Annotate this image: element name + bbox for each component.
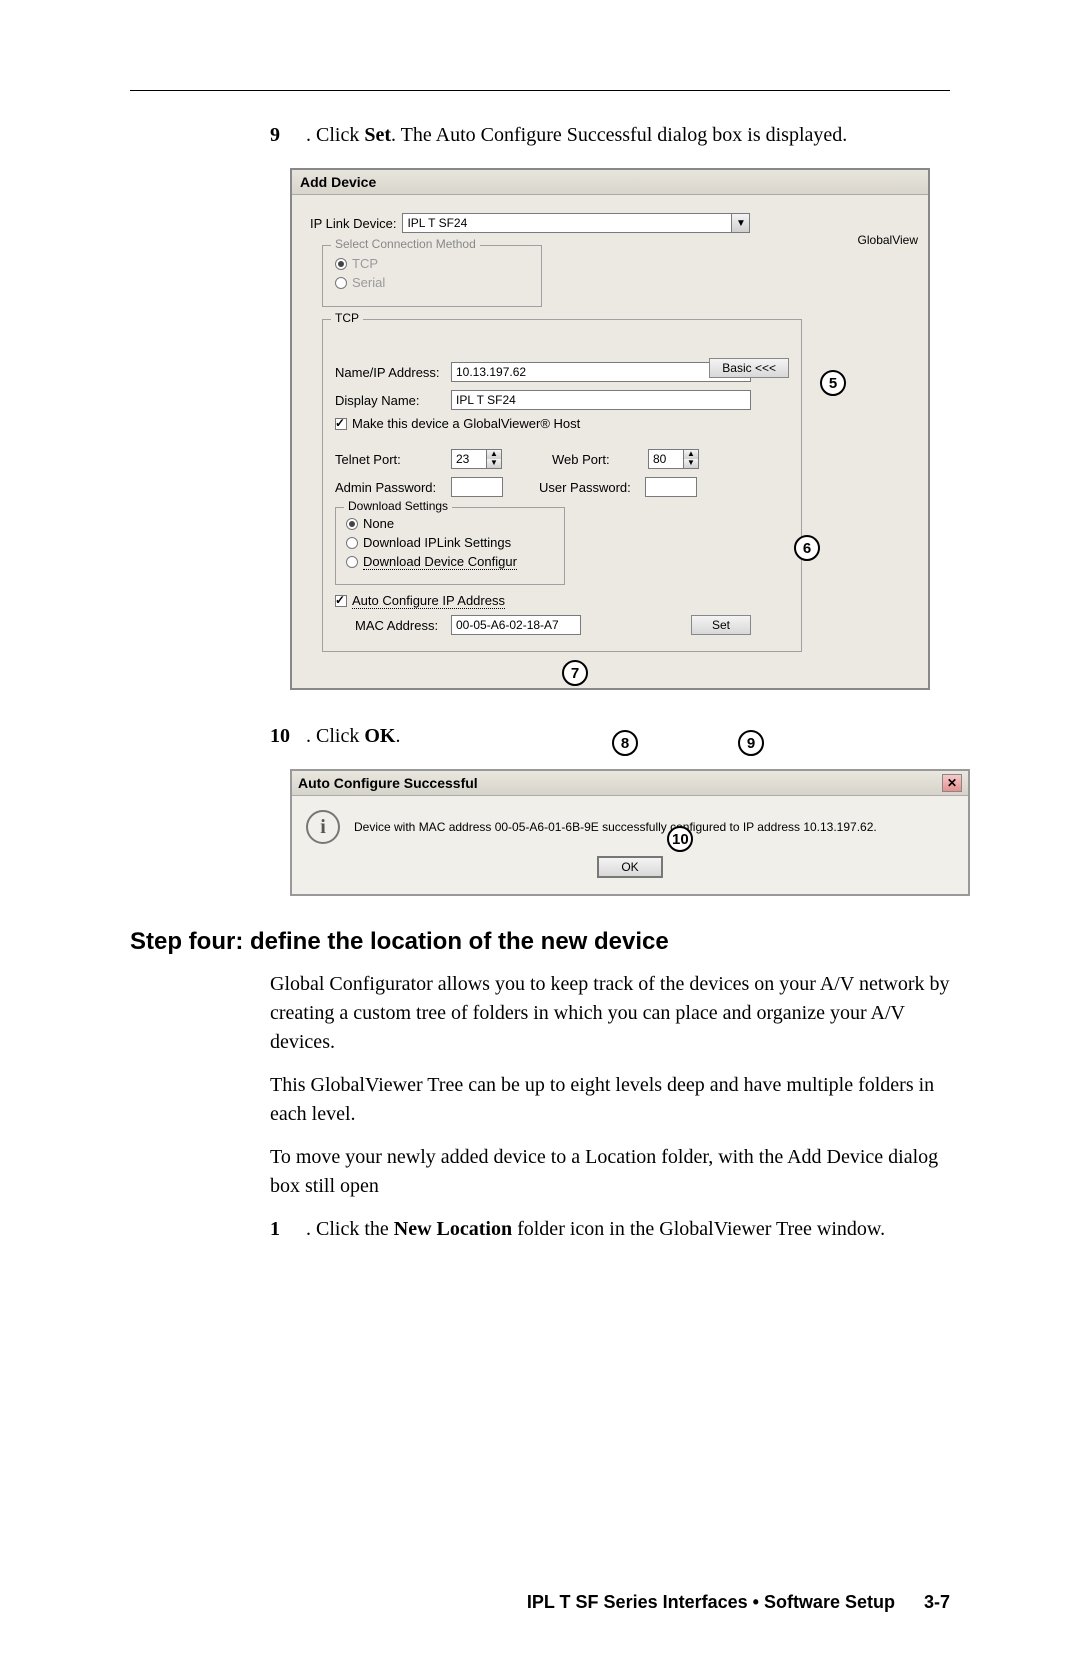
callout-9: 9	[738, 730, 764, 756]
step-1b: 1. Click the New Location folder icon in…	[270, 1215, 950, 1244]
callout-8: 8	[612, 730, 638, 756]
web-port-label: Web Port:	[552, 452, 642, 467]
telnet-label: Telnet Port:	[335, 452, 445, 467]
step-1b-num: 1	[270, 1215, 306, 1244]
user-pw-input[interactable]	[645, 477, 697, 497]
display-name-input[interactable]: IPL T SF24	[451, 390, 751, 410]
gv-host-check-icon	[335, 418, 347, 430]
spin-down-icon[interactable]: ▼	[487, 459, 501, 468]
radio-serial-icon	[335, 277, 347, 289]
set-button[interactable]: Set	[691, 615, 751, 635]
add-device-title: Add Device	[292, 170, 928, 195]
basic-button[interactable]: Basic <<<	[709, 358, 789, 378]
step-four-heading: Step four: define the location of the ne…	[130, 928, 950, 956]
mac-label: MAC Address:	[355, 618, 445, 633]
callout-6: 6	[794, 535, 820, 561]
ip-link-row: IP Link Device: IPL T SF24 ▼	[310, 213, 918, 233]
ip-link-device-input[interactable]: IPL T SF24	[402, 213, 732, 233]
paragraph-3: To move your newly added device to a Loc…	[270, 1143, 950, 1201]
globalview-label: GlobalView	[858, 233, 918, 247]
callout-7: 7	[562, 660, 588, 686]
download-settings-legend: Download Settings	[344, 499, 452, 513]
step-9-num: 9	[270, 121, 306, 150]
admin-pw-input[interactable]	[451, 477, 503, 497]
add-device-dialog: Add Device IP Link Device: IPL T SF24 ▼ …	[290, 168, 930, 690]
spin-down-icon[interactable]: ▼	[684, 459, 698, 468]
auto-config-check-icon	[335, 595, 347, 607]
step-9: 9. Click Set. The Auto Configure Success…	[270, 121, 950, 150]
download-settings-fieldset: Download Settings None Download IPLink S…	[335, 507, 565, 585]
gv-host-check[interactable]: Make this device a GlobalViewer® Host	[335, 416, 789, 431]
auto-config-msg: Device with MAC address 00-05-A6-01-6B-9…	[354, 820, 877, 834]
auto-config-check[interactable]: Auto Configure IP Address	[335, 593, 789, 609]
connection-method-fieldset: Select Connection Method TCP Serial	[322, 245, 542, 307]
paragraph-1: Global Configurator allows you to keep t…	[270, 970, 950, 1057]
radio-tcp[interactable]: TCP	[335, 256, 529, 271]
telnet-port-input[interactable]: 23 ▲▼	[451, 449, 502, 469]
admin-pw-label: Admin Password:	[335, 480, 445, 495]
connection-method-legend: Select Connection Method	[331, 237, 480, 251]
name-ip-input[interactable]: 10.13.197.62	[451, 362, 751, 382]
display-name-label: Display Name:	[335, 393, 445, 408]
web-port-input[interactable]: 80 ▲▼	[648, 449, 699, 469]
radio-serial[interactable]: Serial	[335, 275, 529, 290]
radio-icon	[346, 556, 358, 568]
radio-dl-devconf[interactable]: Download Device Configur	[346, 554, 554, 570]
radio-icon	[346, 537, 358, 549]
info-icon: i	[306, 810, 340, 844]
tcp-fieldset: TCP Basic <<< Name/IP Address: 10.13.197…	[322, 319, 802, 652]
radio-icon	[346, 518, 358, 530]
auto-config-title: Auto Configure Successful	[298, 775, 478, 791]
radio-tcp-icon	[335, 258, 347, 270]
ok-button[interactable]: OK	[597, 856, 662, 878]
ip-link-dropdown-btn[interactable]: ▼	[732, 213, 750, 233]
user-pw-label: User Password:	[539, 480, 639, 495]
step-10: 10. Click OK.	[270, 722, 950, 751]
ip-link-label: IP Link Device:	[310, 216, 396, 231]
radio-dl-none[interactable]: None	[346, 516, 554, 531]
paragraph-2: This GlobalViewer Tree can be up to eigh…	[270, 1071, 950, 1129]
name-ip-label: Name/IP Address:	[335, 365, 445, 380]
auto-config-dialog: Auto Configure Successful ✕ i Device wit…	[290, 769, 970, 896]
page-footer: IPL T SF Series Interfaces • Software Se…	[527, 1592, 950, 1613]
step-10-num: 10	[270, 722, 306, 751]
callout-10: 10	[667, 826, 693, 852]
mac-input[interactable]: 00-05-A6-02-18-A7	[451, 615, 581, 635]
callout-5: 5	[820, 370, 846, 396]
radio-dl-iplink[interactable]: Download IPLink Settings	[346, 535, 554, 550]
close-icon[interactable]: ✕	[942, 774, 962, 792]
tcp-legend: TCP	[331, 311, 363, 325]
